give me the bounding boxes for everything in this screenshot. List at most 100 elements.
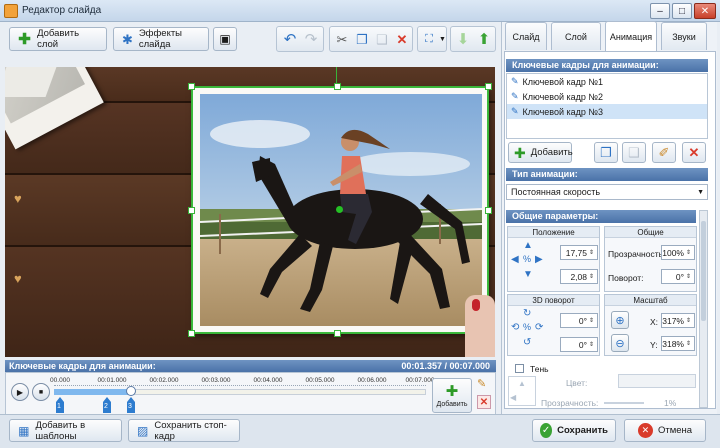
minimize-button[interactable]: – <box>650 3 670 19</box>
add-keyframe-button[interactable]: ✚ Добавить <box>508 142 573 163</box>
rotate-right-icon[interactable]: ⟳ <box>535 322 543 333</box>
paste-keyframe-button[interactable]: ❑ <box>622 142 646 163</box>
save-button[interactable]: ✓ Сохранить <box>532 419 616 442</box>
shadow-opacity-label: Прозрачность: <box>541 398 599 408</box>
general-header: Общие параметры: <box>506 210 696 223</box>
keyframe-marker[interactable]: 1 <box>56 397 64 413</box>
shadow-opacity-slider[interactable] <box>604 402 644 404</box>
save-label: Сохранить <box>557 425 608 436</box>
position-x-input[interactable]: 17,75 ⇕ <box>560 245 598 260</box>
window-title: Редактор слайда <box>22 5 102 16</box>
undo-icon[interactable]: ↶ <box>282 31 298 47</box>
chevron-down-icon[interactable]: ▼ <box>439 36 446 43</box>
resize-handle[interactable] <box>485 207 492 214</box>
keyframes-list: ✎ Ключевой кадр №1 ✎ Ключевой кадр №2 ✎ … <box>506 73 708 139</box>
timeline-ruler[interactable]: 00.000 00:01.000 00:02.000 00:03.000 00:… <box>50 373 434 415</box>
arrow-down-icon[interactable]: ▼ <box>523 269 533 280</box>
delete-icon[interactable]: ✕ <box>394 31 410 47</box>
playhead[interactable] <box>126 386 136 396</box>
tab-layer[interactable]: Слой <box>551 22 601 50</box>
move-up-icon[interactable]: ⬆ <box>476 31 492 47</box>
close-window-button[interactable]: ✕ <box>694 3 716 19</box>
zoom-in-icon[interactable]: ⊕ <box>611 311 629 329</box>
arrow-up-icon[interactable]: ▲ <box>523 240 533 251</box>
opacity-label: Прозрачность: <box>608 249 666 259</box>
plus-icon: ✚ <box>445 383 459 400</box>
fit-icon[interactable]: ⛶ <box>421 31 437 47</box>
resize-handle[interactable] <box>188 83 195 90</box>
resize-handle[interactable] <box>188 207 195 214</box>
cut-icon[interactable]: ✂ <box>334 31 350 47</box>
copy-icon: ❐ <box>600 145 612 160</box>
tab-sounds[interactable]: Звуки <box>661 22 707 50</box>
marker-label: 1 <box>57 403 61 410</box>
rotate-left-icon[interactable]: ⟲ <box>511 322 519 333</box>
paste-icon[interactable]: ❑ <box>374 31 390 47</box>
rotation3d-b-input[interactable]: 0° ⇕ <box>560 337 598 352</box>
cancel-button[interactable]: ✕ Отмена <box>624 419 706 442</box>
copy-icon[interactable]: ❐ <box>354 31 370 47</box>
edit-icon[interactable]: ✎ <box>477 377 486 390</box>
resize-handle[interactable] <box>334 330 341 337</box>
opacity-input[interactable]: 100% ⇕ <box>661 245 695 260</box>
delete-icon[interactable]: ✕ <box>477 395 491 409</box>
save-frame-button[interactable]: ▨ Сохранить стоп-кадр <box>128 419 240 442</box>
keyframe-marker[interactable]: 2 <box>103 397 111 413</box>
shadow-checkbox[interactable] <box>515 364 524 373</box>
tab-animation[interactable]: Анимация <box>605 21 657 51</box>
resize-handle[interactable] <box>334 83 341 90</box>
arrow-up-icon[interactable]: ▲ <box>518 379 526 388</box>
pin-icon: ✎ <box>511 91 519 101</box>
tab-label: Анимация <box>609 31 653 42</box>
center-icon[interactable]: % <box>523 254 531 264</box>
arrow-right-icon[interactable]: ▶ <box>535 254 543 265</box>
copy-keyframe-button[interactable]: ❐ <box>594 142 618 163</box>
pin-icon: ✎ <box>511 76 519 86</box>
ruler-ticks <box>54 385 426 388</box>
scale-x-input[interactable]: 317% ⇕ <box>661 313 695 328</box>
scale-group: Масштаб ⊕ ⊖ X: 317% ⇕ Y: 318% ⇕ <box>604 294 697 356</box>
list-item[interactable]: ✎ Ключевой кадр №2 <box>507 89 707 104</box>
keyframe-label: Ключевой кадр №1 <box>522 76 604 87</box>
clear-keyframe-button[interactable]: ✐ <box>652 142 676 163</box>
redo-icon[interactable]: ↷ <box>303 31 319 47</box>
arrow-left-icon[interactable]: ◀ <box>511 254 519 265</box>
heart-icon: ♥ <box>14 271 22 286</box>
scrollbar[interactable] <box>699 210 708 408</box>
stop-button[interactable]: ■ <box>32 383 50 401</box>
spin-icon: ⇕ <box>686 341 692 347</box>
slide-canvas[interactable]: ♥ ♥ <box>5 67 495 357</box>
rotation-input[interactable]: 0° ⇕ <box>661 269 695 284</box>
slide-effects-button[interactable]: ✱ Эффекты слайда <box>113 27 209 51</box>
maximize-button[interactable]: □ <box>672 3 692 19</box>
zoom-out-icon[interactable]: ⊖ <box>611 334 629 352</box>
shadow-color-picker[interactable] <box>618 374 696 388</box>
edit-group: ✂ ❐ ❑ ✕ <box>329 26 413 52</box>
position-y-input[interactable]: 2,08 ⇕ <box>560 269 598 284</box>
center-icon[interactable]: % <box>523 322 531 332</box>
move-down-icon[interactable]: ⬇ <box>455 31 471 47</box>
timeline-add-button[interactable]: ✚ Добавить <box>432 378 472 413</box>
resize-handle[interactable] <box>485 83 492 90</box>
add-to-templates-button[interactable]: ▦ Добавить в шаблоны <box>9 419 122 442</box>
anim-type-select[interactable]: Постоянная скорость ▼ <box>506 184 708 200</box>
tab-slide[interactable]: Слайд <box>505 22 547 50</box>
scale-y-input[interactable]: 318% ⇕ <box>661 336 695 351</box>
tick-label: 00.000 <box>50 377 70 384</box>
resize-handle[interactable] <box>188 330 195 337</box>
tab-label: Слой <box>565 31 587 42</box>
play-button[interactable]: ▶ <box>11 383 29 401</box>
rotation3d-a-input[interactable]: 0° ⇕ <box>560 313 598 328</box>
list-item[interactable]: ✎ Ключевой кадр №1 <box>507 74 707 89</box>
arrow-left-icon[interactable]: ◀ <box>510 393 516 402</box>
camera-button[interactable]: ▣ <box>213 27 237 51</box>
cancel-label: Отмена <box>657 425 693 436</box>
add-layer-button[interactable]: ✚ Добавить слой <box>9 27 107 51</box>
list-item[interactable]: ✎ Ключевой кадр №3 <box>507 104 707 119</box>
keyframe-marker[interactable]: 3 <box>127 397 135 413</box>
maximize-icon: □ <box>678 5 686 17</box>
delete-keyframe-button[interactable]: ✕ <box>682 142 706 163</box>
rotate-down-icon[interactable]: ↺ <box>523 337 531 348</box>
center-handle[interactable] <box>336 206 343 213</box>
rotate-up-icon[interactable]: ↻ <box>523 308 531 319</box>
